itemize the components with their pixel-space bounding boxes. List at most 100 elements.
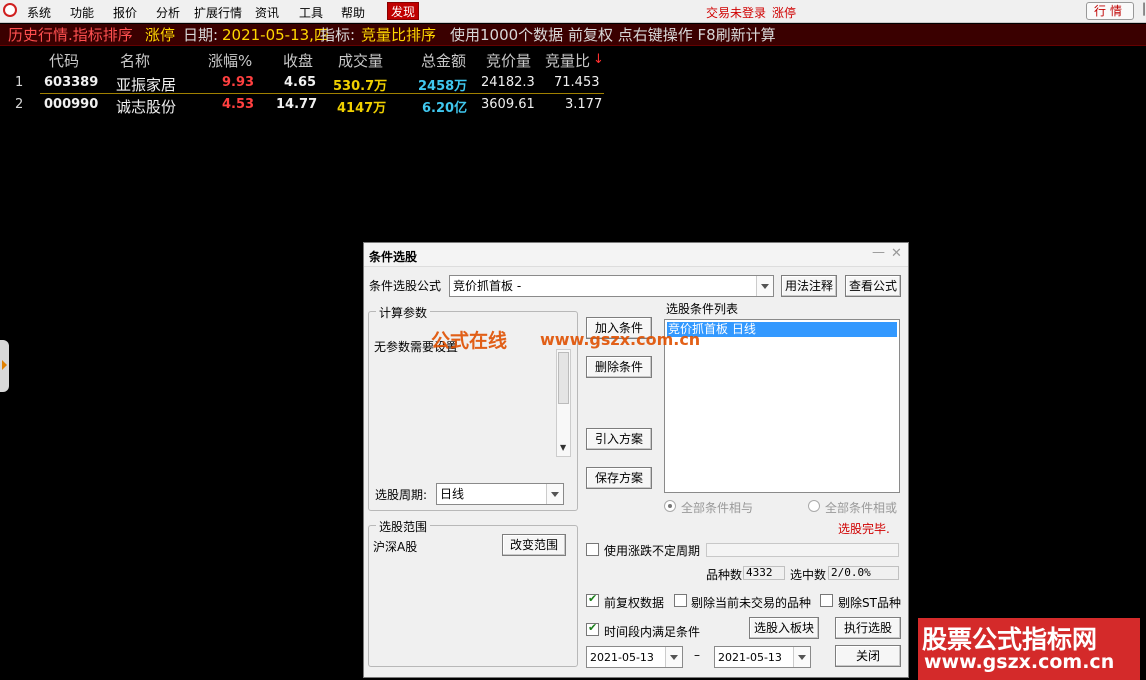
close-button[interactable]: 关闭 — [835, 645, 901, 667]
formula-select[interactable]: 竞价抓首板 - — [449, 275, 774, 297]
chevron-down-icon[interactable] — [756, 276, 773, 296]
radio-all-or-label[interactable]: 全部条件相或 — [825, 499, 897, 516]
date-separator: – — [694, 648, 700, 662]
menu-bar: 系统 功能 报价 分析 扩展行情 资讯 工具 帮助 发现 交易未登录 涨停 行情… — [0, 0, 1146, 23]
minimize-icon[interactable]: — — [872, 245, 885, 260]
exclude-st-checkbox[interactable] — [820, 594, 833, 607]
col-header-bid-volume[interactable]: 竞价量 — [486, 50, 531, 71]
period-select[interactable]: 日线 — [436, 483, 564, 505]
watermark-site-url: www.gszx.com.cn — [540, 330, 701, 349]
info-options: 使用1000个数据 前复权 点右键操作 F8刷新计算 — [450, 26, 776, 44]
row-number: 1 — [15, 75, 24, 90]
brand-watermark: 股票公式指标网 www.gszx.com.cn — [918, 618, 1140, 680]
col-header-name[interactable]: 名称 — [120, 50, 150, 71]
exclude-st-label: 剔除ST品种 — [838, 596, 901, 610]
col-header-volume[interactable]: 成交量 — [338, 50, 383, 71]
scroll-down-icon[interactable]: ▼ — [560, 443, 566, 452]
exclude-not-trading-checkbox[interactable] — [674, 594, 687, 607]
cell-close: 4.65 — [284, 75, 317, 90]
menu-news[interactable]: 资讯 — [255, 4, 279, 21]
menu-tools[interactable]: 工具 — [299, 4, 323, 21]
menu-quote[interactable]: 报价 — [113, 4, 137, 21]
col-header-amount[interactable]: 总金额 — [421, 50, 466, 71]
col-header-bid-ratio[interactable]: 竞量比 — [545, 50, 590, 71]
period-label: 选股周期: — [375, 488, 428, 502]
scrollbar-thumb[interactable] — [558, 352, 569, 404]
menu-system[interactable]: 系统 — [27, 4, 51, 21]
menu-extended-market[interactable]: 扩展行情 — [194, 4, 242, 21]
list-item[interactable]: 竞价抓首板 日线 — [667, 322, 897, 337]
cell-name: 诚志股份 — [116, 98, 177, 116]
import-scheme-button[interactable]: 引入方案 — [586, 428, 652, 450]
uncertain-period-checkbox[interactable] — [586, 543, 599, 556]
cell-close: 14.77 — [276, 97, 318, 112]
mode-status: 涨停 — [772, 6, 797, 20]
col-header-close[interactable]: 收盘 — [283, 50, 313, 71]
app-logo-icon[interactable] — [3, 3, 17, 17]
scope-value: 沪深A股 — [373, 540, 418, 554]
side-panel-toggle[interactable] — [0, 340, 9, 392]
menu-function[interactable]: 功能 — [70, 4, 94, 21]
usage-notes-button[interactable]: 用法注释 — [781, 275, 837, 297]
cell-bid-volume: 3609.61 — [481, 97, 535, 112]
cell-bid-ratio: 71.453 — [554, 75, 600, 90]
selected-value: 2/0.0% — [828, 566, 899, 580]
info-indicator-label: 指标: — [320, 26, 356, 44]
params-scrollbar[interactable]: ▼ — [556, 349, 571, 457]
window-close-icon[interactable]: ▕ — [1136, 3, 1146, 17]
formula-value: 竞价抓首板 - — [453, 279, 522, 293]
login-status[interactable]: 交易未登录 — [706, 4, 766, 21]
info-view-mode: 历史行情.指标排序 — [8, 26, 133, 44]
chevron-down-icon[interactable] — [665, 647, 682, 667]
add-to-board-button[interactable]: 选股入板块 — [749, 617, 819, 639]
col-header-code[interactable]: 代码 — [49, 50, 79, 71]
count-value: 4332 — [743, 566, 785, 580]
info-indicator-value: 竞量比排序 — [361, 26, 437, 44]
chevron-down-icon[interactable] — [546, 484, 563, 504]
watermark-site-name: 公式在线 — [431, 330, 508, 352]
cell-bid-volume: 24182.3 — [481, 75, 535, 90]
date-from-picker[interactable]: 2021-05-13 — [586, 646, 683, 668]
params-group-title: 计算参数 — [376, 304, 431, 321]
period-value: 日线 — [440, 487, 465, 501]
menu-help[interactable]: 帮助 — [341, 4, 365, 21]
cell-name: 亚振家居 — [116, 76, 177, 94]
chevron-down-icon[interactable] — [793, 647, 810, 667]
restore-label: 前复权数据 — [604, 596, 665, 610]
uncertain-period-label: 使用涨跌不定周期 — [604, 544, 701, 558]
col-header-change-pct[interactable]: 涨幅% — [208, 50, 252, 71]
change-scope-button[interactable]: 改变范围 — [502, 534, 566, 556]
cell-amount: 6.20亿 — [422, 101, 468, 116]
count-label: 品种数 — [706, 568, 743, 582]
market-button[interactable]: 行情 — [1086, 2, 1134, 20]
close-icon[interactable]: ✕ — [891, 246, 902, 261]
run-screening-button[interactable]: 执行选股 — [835, 617, 901, 639]
menu-discover[interactable]: 发现 — [387, 2, 420, 20]
exclude-not-trading-label: 剔除当前未交易的品种 — [691, 596, 812, 610]
restore-checkbox[interactable] — [586, 592, 599, 607]
cell-code: 000990 — [44, 97, 99, 112]
formula-label: 条件选股公式 — [369, 279, 442, 293]
info-date-label: 日期: — [183, 26, 219, 44]
date-from-value: 2021-05-13 — [590, 651, 654, 664]
cell-volume: 530.7万 — [333, 79, 388, 94]
sort-desc-icon: ↓ — [593, 52, 604, 67]
date-to-value: 2021-05-13 — [718, 651, 782, 664]
cell-code: 603389 — [44, 75, 99, 90]
view-formula-button[interactable]: 查看公式 — [845, 275, 901, 297]
condition-list-label: 选股条件列表 — [666, 302, 739, 316]
cell-change-pct: 4.53 — [222, 97, 255, 112]
save-scheme-button[interactable]: 保存方案 — [586, 467, 652, 489]
dialog-titlebar[interactable]: 条件选股 — ✕ — [364, 243, 908, 267]
cell-change-pct: 9.93 — [222, 75, 255, 90]
radio-all-and[interactable] — [664, 500, 676, 512]
date-to-picker[interactable]: 2021-05-13 — [714, 646, 811, 668]
radio-all-or[interactable] — [808, 500, 820, 512]
row-number: 2 — [15, 97, 24, 112]
time-range-checkbox[interactable] — [586, 621, 599, 636]
cell-bid-ratio: 3.177 — [565, 97, 603, 112]
menu-analysis[interactable]: 分析 — [156, 4, 180, 21]
cell-amount: 2458万 — [418, 79, 468, 94]
radio-all-and-label[interactable]: 全部条件相与 — [681, 499, 753, 516]
delete-condition-button[interactable]: 删除条件 — [586, 356, 652, 378]
